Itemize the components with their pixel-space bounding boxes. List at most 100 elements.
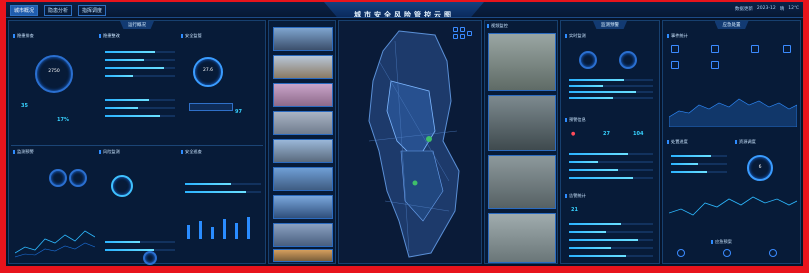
section-title-1: 隐患排查 (13, 33, 34, 39)
stat-icon (751, 45, 759, 53)
person-icon[interactable] (723, 249, 731, 257)
ring-gauge-2-value: 27.6 (202, 68, 214, 74)
progress-bar (671, 171, 727, 173)
hexagon-icon[interactable] (453, 27, 458, 32)
mini-ring (143, 251, 157, 265)
map-layer-switcher[interactable] (453, 27, 473, 55)
photo-panel (268, 20, 336, 264)
ring-gauge-1-value: 2750 (48, 68, 60, 74)
city-photo[interactable] (273, 27, 333, 51)
emergency-column: 应急处置 事件统计 处置进度 资源调度 6 应急预案 (662, 20, 801, 264)
tab-analysis[interactable]: 隐患分析 (44, 5, 73, 16)
divider (11, 145, 263, 146)
update-label: 数据更新 (734, 7, 753, 12)
page-title: 城市安全风险管控云图 (324, 2, 484, 17)
progress-bar (105, 75, 175, 77)
highlight-box (189, 103, 233, 111)
metric-value-4: 27 (603, 131, 610, 137)
progress-bar (105, 249, 175, 251)
progress-bar (105, 241, 175, 243)
tab-overview[interactable]: 城市概况 (10, 5, 39, 16)
progress-bar (569, 161, 653, 163)
hexagon-icon[interactable] (453, 34, 458, 39)
monitor-column: 监测预警 实时监测 预警信息 ● 27 104 告警统计 21 (560, 20, 660, 264)
progress-bar (671, 155, 727, 157)
stat-icon (671, 61, 679, 69)
section-title-3: 安全监管 (181, 33, 202, 39)
progress-bar (105, 51, 175, 53)
progress-bar (569, 177, 653, 179)
section-title-4: 监测预警 (13, 149, 34, 155)
person-icon[interactable] (677, 249, 685, 257)
progress-bar (569, 79, 653, 81)
section-title-2: 隐患整改 (99, 33, 120, 39)
stat-icon (711, 45, 719, 53)
nav-tabs: 城市概况 隐患分析 指挥调度 (10, 5, 107, 16)
line-chart (669, 196, 797, 216)
person-icon[interactable] (769, 249, 777, 257)
camera-feed[interactable] (488, 33, 556, 91)
status-area: 数据更新 2023-12 晴 12℃ (735, 6, 799, 12)
hexagon-icon[interactable] (467, 31, 472, 36)
progress-bar (569, 255, 653, 257)
overview-panel: 运行概况 隐患排查 隐患整改 安全监管 2750 27.6 35 17% 97 (8, 20, 266, 265)
progress-bar (569, 231, 653, 233)
warning-count: ● (571, 131, 576, 137)
city-photo[interactable] (273, 223, 333, 247)
progress-bar (105, 67, 175, 69)
photo-column (268, 20, 336, 264)
emergency-panel-title: 应急处置 (714, 21, 749, 29)
tab-dispatch[interactable]: 指挥调度 (78, 5, 107, 16)
camera-title: 视频监控 (487, 23, 508, 29)
emergency-panel: 应急处置 事件统计 处置进度 资源调度 6 应急预案 (662, 20, 801, 264)
city-photo[interactable] (273, 111, 333, 135)
left-column: 运行概况 隐患排查 隐患整改 安全监管 2750 27.6 35 17% 97 (8, 20, 266, 265)
progress-bar (569, 97, 653, 99)
section-title-11: 处置进度 (667, 139, 688, 145)
progress-bar (569, 247, 653, 249)
mini-ring (49, 169, 67, 187)
date-label: 2023-12 (756, 6, 776, 11)
progress-bar (105, 107, 175, 109)
progress-bar (569, 239, 653, 241)
metric-value-3: 97 (235, 109, 242, 115)
dashboard-screen: 城市概况 隐患分析 指挥调度 城市安全风险管控云图 数据更新 2023-12 晴… (6, 2, 803, 266)
section-title-13: 应急预案 (711, 239, 732, 245)
progress-bar (569, 223, 653, 225)
metric-value-1: 35 (21, 103, 28, 109)
stat-icon (783, 45, 791, 53)
progress-bar (569, 85, 653, 87)
city-photo[interactable] (273, 55, 333, 79)
mini-ring (579, 51, 597, 69)
camera-feed[interactable] (488, 155, 556, 209)
progress-bar (105, 115, 175, 117)
hexagon-icon[interactable] (460, 27, 465, 32)
bar-chart (187, 217, 250, 239)
weather-label: 晴 (779, 7, 785, 12)
location-ring: 6 (747, 155, 773, 181)
mini-ring (111, 175, 133, 197)
camera-feed[interactable] (488, 95, 556, 151)
mini-ring (619, 51, 637, 69)
section-title-5: 风险监测 (99, 149, 120, 155)
section-title-10: 事件统计 (667, 33, 688, 39)
map-column (338, 20, 482, 264)
ring-gauge-1: 2750 (35, 55, 73, 93)
city-photo[interactable] (273, 167, 333, 191)
progress-bar (671, 163, 727, 165)
area-chart (669, 98, 797, 127)
progress-bar (569, 169, 653, 171)
trend-chart (15, 230, 95, 258)
city-photo[interactable] (273, 249, 333, 262)
section-title-7: 实时监测 (565, 33, 586, 39)
city-photo[interactable] (273, 83, 333, 107)
city-map[interactable] (339, 21, 483, 265)
progress-bar (569, 153, 653, 155)
hexagon-icon[interactable] (460, 34, 465, 39)
stat-icon (671, 45, 679, 53)
progress-bar (105, 59, 175, 61)
city-photo[interactable] (273, 139, 333, 163)
city-photo[interactable] (273, 195, 333, 219)
camera-feed[interactable] (488, 213, 556, 263)
camera-panel: 视频监控 (484, 20, 558, 264)
